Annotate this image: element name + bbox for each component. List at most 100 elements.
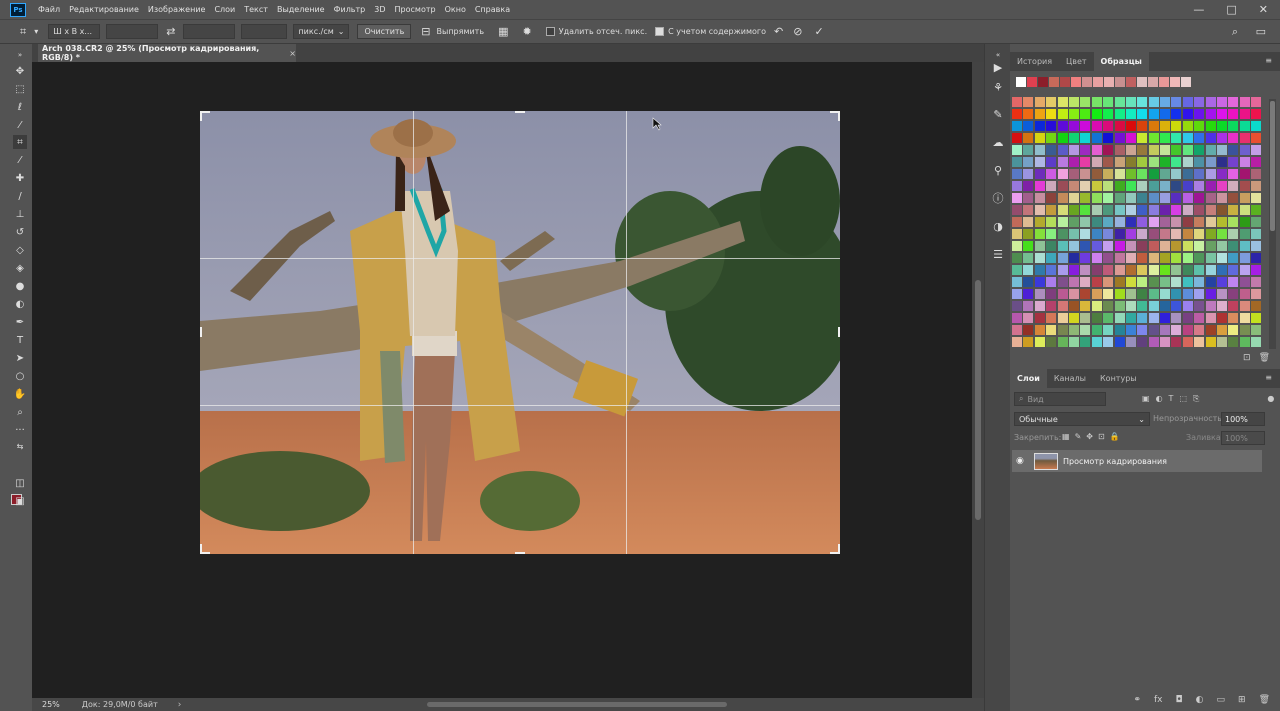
recent-swatch[interactable] xyxy=(1126,77,1136,87)
swatch[interactable] xyxy=(1182,325,1193,335)
swatch[interactable] xyxy=(1160,157,1171,167)
swatches-scrollbar-thumb[interactable] xyxy=(1270,101,1275,231)
swatch[interactable] xyxy=(1182,277,1193,287)
tab-history[interactable]: История xyxy=(1010,52,1059,71)
swatch[interactable] xyxy=(1239,217,1250,227)
swatch[interactable] xyxy=(1068,229,1079,239)
swatch[interactable] xyxy=(1057,121,1068,131)
new-swatch-icon[interactable]: ⊡ xyxy=(1243,353,1251,363)
swatch[interactable] xyxy=(1171,169,1182,179)
swatch[interactable] xyxy=(1125,109,1136,119)
swatch[interactable] xyxy=(1148,289,1159,299)
swatch[interactable] xyxy=(1091,301,1102,311)
swatch[interactable] xyxy=(1160,313,1171,323)
swatch[interactable] xyxy=(1103,325,1114,335)
swatch[interactable] xyxy=(1103,193,1114,203)
swatch[interactable] xyxy=(1068,253,1079,263)
swatch[interactable] xyxy=(1023,325,1034,335)
swatch[interactable] xyxy=(1205,145,1216,155)
lock-all-icon[interactable]: 🔒 xyxy=(1110,432,1120,441)
swatch[interactable] xyxy=(1239,97,1250,107)
swatch[interactable] xyxy=(1239,121,1250,131)
swatch[interactable] xyxy=(1023,337,1034,347)
swatch[interactable] xyxy=(1148,205,1159,215)
swatch[interactable] xyxy=(1217,109,1228,119)
swatch[interactable] xyxy=(1160,181,1171,191)
swatch[interactable] xyxy=(1057,181,1068,191)
swatch[interactable] xyxy=(1171,97,1182,107)
swatch[interactable] xyxy=(1137,205,1148,215)
swatch[interactable] xyxy=(1080,181,1091,191)
swatch[interactable] xyxy=(1251,193,1262,203)
swatch[interactable] xyxy=(1114,217,1125,227)
swatch[interactable] xyxy=(1057,265,1068,275)
lock-pixels-icon[interactable]: ✎ xyxy=(1075,432,1082,441)
swatch[interactable] xyxy=(1194,97,1205,107)
swatch[interactable] xyxy=(1114,301,1125,311)
swatch[interactable] xyxy=(1217,205,1228,215)
menu-file[interactable]: Файл xyxy=(38,5,60,14)
adjustments-icon[interactable]: ◑ xyxy=(991,219,1005,233)
swatch[interactable] xyxy=(1182,109,1193,119)
swatch[interactable] xyxy=(1046,133,1057,143)
menu-image[interactable]: Изображение xyxy=(148,5,206,14)
swatch[interactable] xyxy=(1091,193,1102,203)
swatch[interactable] xyxy=(1012,193,1022,203)
eraser-tool-icon[interactable]: ◇ xyxy=(13,243,27,257)
swatch[interactable] xyxy=(1228,157,1239,167)
swatch[interactable] xyxy=(1137,157,1148,167)
panel-menu-icon[interactable]: ≡ xyxy=(1265,373,1272,382)
swatch[interactable] xyxy=(1125,325,1136,335)
swatch[interactable] xyxy=(1103,133,1114,143)
smart-object-filter-icon[interactable]: ⎘ xyxy=(1193,394,1199,404)
tab-close-icon[interactable]: × xyxy=(289,49,296,58)
swatch[interactable] xyxy=(1034,121,1045,131)
tab-paths[interactable]: Контуры xyxy=(1093,369,1144,388)
swatch[interactable] xyxy=(1034,181,1045,191)
swatch[interactable] xyxy=(1182,265,1193,275)
quick-select-tool-icon[interactable]: ⁄ xyxy=(13,118,27,132)
swatch[interactable] xyxy=(1057,277,1068,287)
swatch[interactable] xyxy=(1023,313,1034,323)
swatch[interactable] xyxy=(1171,301,1182,311)
tab-color[interactable]: Цвет xyxy=(1059,52,1094,71)
screen-mode-icon[interactable]: ▣ xyxy=(13,494,27,508)
swatch[interactable] xyxy=(1217,277,1228,287)
swatch[interactable] xyxy=(1182,157,1193,167)
swatch[interactable] xyxy=(1091,277,1102,287)
swatches-scrollbar[interactable] xyxy=(1269,99,1276,349)
swatch[interactable] xyxy=(1239,145,1250,155)
swatch[interactable] xyxy=(1046,121,1057,131)
swatch[interactable] xyxy=(1251,121,1262,131)
swatch[interactable] xyxy=(1091,205,1102,215)
swatch[interactable] xyxy=(1160,97,1171,107)
crop-overlay[interactable] xyxy=(200,111,840,554)
swatch[interactable] xyxy=(1194,253,1205,263)
swatch[interactable] xyxy=(1034,253,1045,263)
swatch[interactable] xyxy=(1171,337,1182,347)
swatch[interactable] xyxy=(1137,121,1148,131)
swatch[interactable] xyxy=(1182,145,1193,155)
swatch[interactable] xyxy=(1148,169,1159,179)
clear-button[interactable]: Очистить xyxy=(357,24,412,39)
layer-filter-select[interactable]: ⌕ Вид xyxy=(1014,392,1106,406)
crop-handle-left[interactable] xyxy=(200,327,202,337)
swatch[interactable] xyxy=(1160,325,1171,335)
swap-colors-icon[interactable]: ⇆ xyxy=(13,439,27,453)
swatch[interactable] xyxy=(1182,253,1193,263)
recent-swatch[interactable] xyxy=(1137,77,1147,87)
swatch[interactable] xyxy=(1228,277,1239,287)
swatch[interactable] xyxy=(1080,145,1091,155)
swatch[interactable] xyxy=(1205,109,1216,119)
swatch[interactable] xyxy=(1125,229,1136,239)
tool-presets-icon[interactable]: ⚘ xyxy=(991,80,1005,94)
swatch[interactable] xyxy=(1034,277,1045,287)
stamp-tool-icon[interactable]: ⊥ xyxy=(13,207,27,221)
swatch[interactable] xyxy=(1148,145,1159,155)
swatch[interactable] xyxy=(1160,301,1171,311)
swatch[interactable] xyxy=(1012,229,1022,239)
swatch[interactable] xyxy=(1205,229,1216,239)
swatch[interactable] xyxy=(1148,193,1159,203)
swatch[interactable] xyxy=(1125,169,1136,179)
swatch[interactable] xyxy=(1103,145,1114,155)
